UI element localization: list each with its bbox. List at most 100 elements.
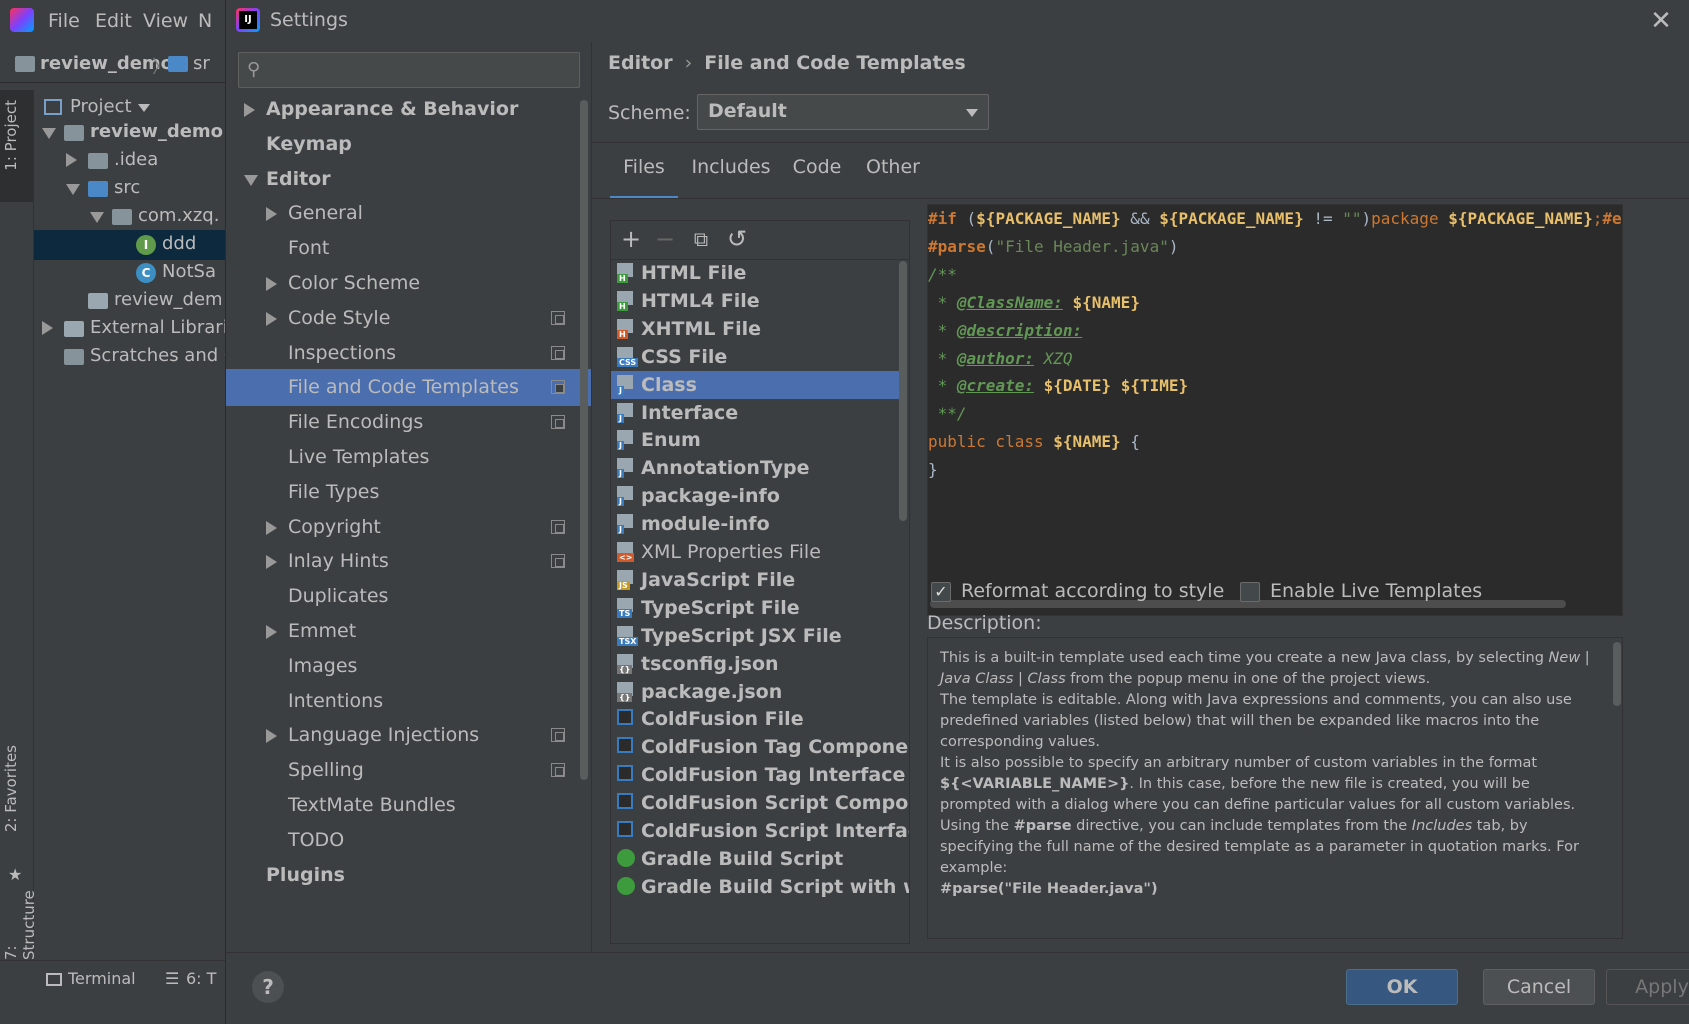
bottom-tab-terminal[interactable]: Terminal xyxy=(68,969,136,988)
live-templates-checkbox[interactable] xyxy=(1240,582,1260,602)
side-tab-structure[interactable]: 7: Structure xyxy=(2,885,38,960)
help-button[interactable]: ? xyxy=(252,971,284,1003)
tab-other[interactable]: Other xyxy=(858,156,928,196)
chevron-right-icon[interactable] xyxy=(266,555,277,570)
nav-item[interactable]: Code Style xyxy=(226,300,591,337)
tree-item[interactable]: External Librari xyxy=(34,314,225,344)
nav-item[interactable]: Keymap xyxy=(226,126,591,163)
template-item[interactable]: J Interface xyxy=(611,399,901,427)
nav-item[interactable]: Color Scheme xyxy=(226,265,591,302)
template-item[interactable]: {} tsconfig.json xyxy=(611,650,901,678)
template-item[interactable]: Gradle Build Script xyxy=(611,845,901,873)
template-list-scrollbar[interactable] xyxy=(899,261,907,521)
remove-template-button[interactable]: − xyxy=(651,225,679,253)
tree-item[interactable]: .idea xyxy=(34,146,225,176)
nav-item[interactable]: General xyxy=(226,195,591,232)
template-item[interactable]: CSS CSS File xyxy=(611,343,901,371)
chevron-right-icon[interactable] xyxy=(244,103,255,117)
chevron-down-icon[interactable] xyxy=(42,128,56,139)
close-button[interactable]: ✕ xyxy=(1646,6,1676,36)
tree-item[interactable]: src xyxy=(34,174,225,204)
tree-item[interactable]: Iddd xyxy=(34,230,225,260)
nav-item[interactable]: Inlay Hints xyxy=(226,543,591,580)
nav-item[interactable]: Images xyxy=(226,648,591,685)
chevron-down-icon[interactable] xyxy=(90,212,104,223)
side-tab-favorites[interactable]: 2: Favorites xyxy=(2,745,32,832)
chevron-down-icon[interactable] xyxy=(244,174,258,186)
chevron-right-icon[interactable] xyxy=(266,729,277,744)
template-item[interactable]: Jpackage-info xyxy=(611,482,901,510)
nav-item[interactable]: Plugins xyxy=(226,857,591,894)
tab-code[interactable]: Code xyxy=(784,156,850,196)
nav-item[interactable]: TODO xyxy=(226,822,591,859)
nav-item[interactable]: Intentions xyxy=(226,683,591,720)
chevron-right-icon[interactable] xyxy=(266,520,277,535)
ok-button[interactable]: OK xyxy=(1346,969,1458,1005)
reformat-checkbox[interactable]: ✓ xyxy=(931,582,951,602)
chevron-down-icon[interactable] xyxy=(138,104,150,112)
nav-item[interactable]: File Encodings xyxy=(226,404,591,441)
template-item[interactable]: ColdFusion Script Interface xyxy=(611,817,909,845)
scheme-select[interactable]: Default xyxy=(697,94,989,130)
chevron-down-icon[interactable] xyxy=(66,184,80,195)
nav-item[interactable]: Font xyxy=(226,230,591,267)
nav-item[interactable]: File and Code Templates xyxy=(226,369,591,407)
menu-navigate[interactable]: N xyxy=(198,10,212,32)
template-item[interactable]: JS JavaScript File xyxy=(611,566,901,594)
nav-item[interactable]: File Types xyxy=(226,474,591,511)
tree-item[interactable]: Scratches and C xyxy=(34,342,225,372)
chevron-right-icon[interactable] xyxy=(42,321,53,335)
tree-item[interactable]: review_dem xyxy=(34,286,225,316)
template-item[interactable]: J Enum xyxy=(611,426,901,454)
tab-includes[interactable]: Includes xyxy=(686,156,776,196)
nav-item[interactable]: Spelling xyxy=(226,752,591,789)
nav-item[interactable]: Inspections xyxy=(226,335,591,372)
breadcrumb-src[interactable]: sr xyxy=(193,53,210,74)
template-item[interactable]: J Class xyxy=(611,370,901,399)
side-tab-project[interactable]: 1: Project xyxy=(2,100,32,171)
template-item[interactable]: ColdFusion File xyxy=(611,705,901,733)
chevron-right-icon[interactable] xyxy=(266,625,277,639)
template-item[interactable]: H HTML File xyxy=(611,259,901,287)
settings-search-input[interactable]: ⚲ xyxy=(238,52,580,88)
add-template-button[interactable]: + xyxy=(617,225,645,253)
nav-item[interactable]: Editor xyxy=(226,161,591,198)
cancel-button[interactable]: Cancel xyxy=(1483,969,1595,1005)
chevron-right-icon[interactable] xyxy=(266,207,277,222)
template-item[interactable]: <> XML Properties File xyxy=(611,538,901,566)
project-view-selector[interactable]: Project xyxy=(70,96,132,117)
template-item[interactable]: TS TypeScript File xyxy=(611,594,901,622)
nav-item[interactable]: Duplicates xyxy=(226,578,591,615)
nav-item[interactable]: Live Templates xyxy=(226,439,591,476)
template-item[interactable]: Jmodule-info xyxy=(611,510,901,538)
template-item[interactable]: ColdFusion Script Component xyxy=(611,789,909,817)
template-editor[interactable]: #if (${PACKAGE_NAME} && ${PACKAGE_NAME} … xyxy=(927,204,1623,616)
description-scrollbar[interactable] xyxy=(1613,642,1621,706)
template-item[interactable]: J AnnotationType xyxy=(611,454,901,482)
chevron-right-icon[interactable] xyxy=(266,311,277,326)
menu-edit[interactable]: Edit xyxy=(95,10,132,32)
nav-item[interactable]: Appearance & Behavior xyxy=(226,91,591,128)
nav-item[interactable]: Emmet xyxy=(226,613,591,650)
bottom-tab-todo[interactable]: 6: T xyxy=(186,969,216,988)
tree-item[interactable]: review_demo xyxy=(34,118,225,148)
menu-view[interactable]: View xyxy=(143,10,188,32)
tree-item[interactable]: C NotSa xyxy=(34,258,225,288)
template-item[interactable]: ColdFusion Tag Component xyxy=(611,733,909,761)
template-item[interactable]: TSX TypeScript JSX File xyxy=(611,622,901,650)
nav-item[interactable]: Copyright xyxy=(226,509,591,546)
nav-scrollbar[interactable] xyxy=(580,100,588,780)
reset-template-button[interactable]: ↺ xyxy=(723,225,751,253)
apply-button[interactable]: Apply xyxy=(1606,969,1689,1005)
copy-template-button[interactable]: ⧉ xyxy=(687,225,715,253)
template-item[interactable]: ColdFusion Tag Interface xyxy=(611,761,905,789)
template-item[interactable]: Gradle Build Script with wrappe xyxy=(611,873,909,901)
nav-item[interactable]: Language Injections xyxy=(226,717,591,754)
menu-file[interactable]: File xyxy=(48,10,80,32)
tree-item[interactable]: com.xzq. xyxy=(34,202,225,232)
template-item[interactable]: H HTML4 File xyxy=(611,287,901,315)
nav-item[interactable]: TextMate Bundles xyxy=(226,787,591,824)
chevron-right-icon[interactable] xyxy=(266,277,277,291)
chevron-right-icon[interactable] xyxy=(66,153,77,167)
template-item[interactable]: H XHTML File xyxy=(611,315,901,343)
